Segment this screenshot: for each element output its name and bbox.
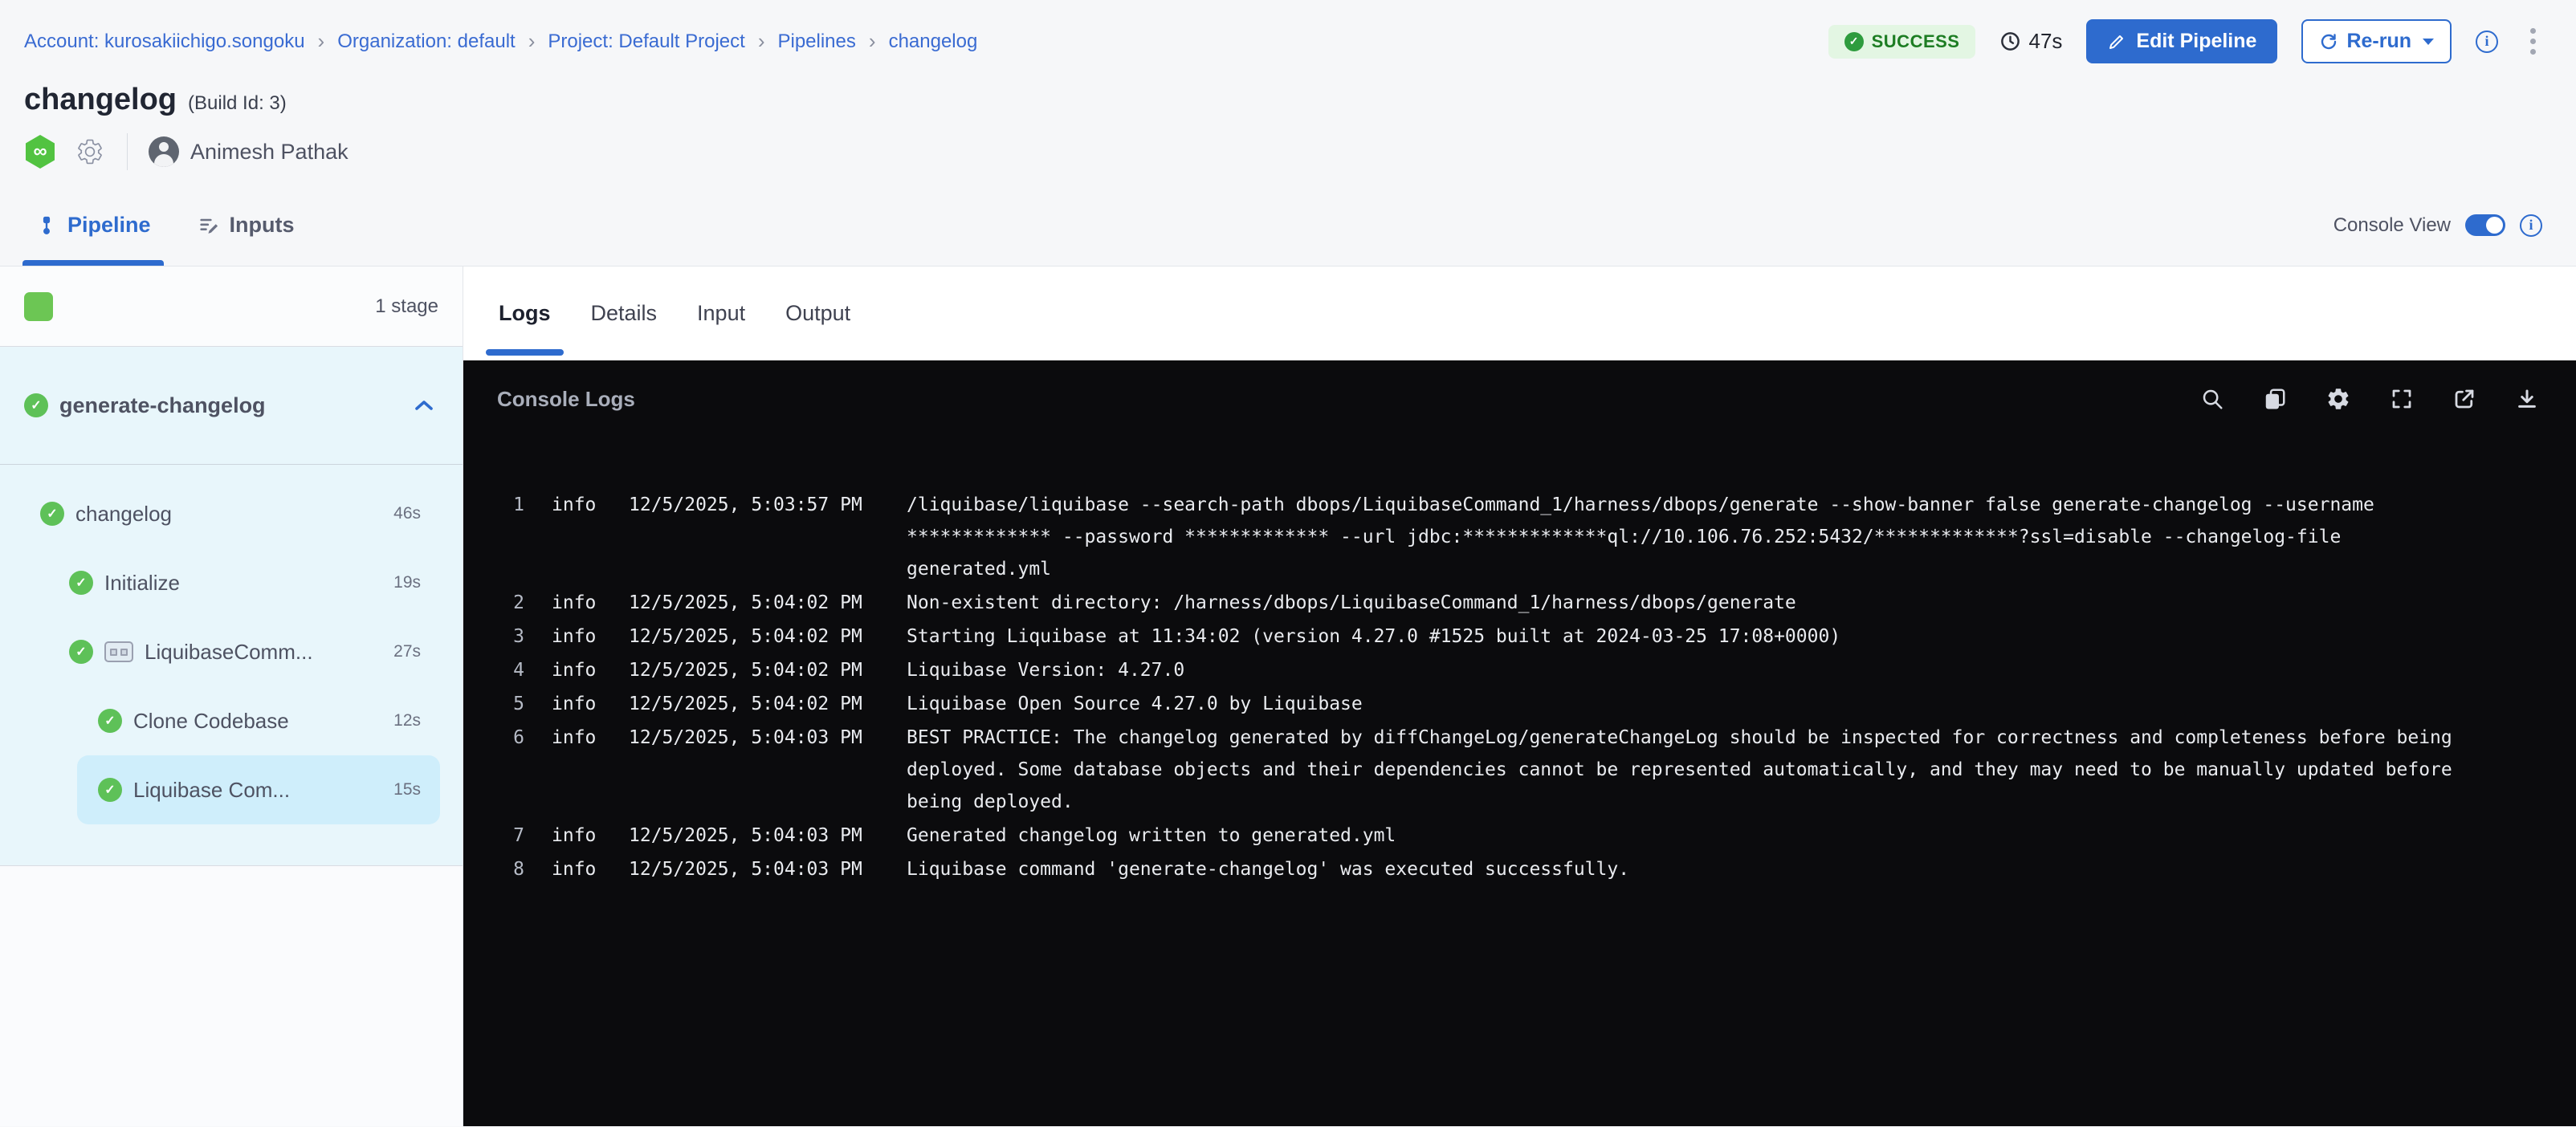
log-line: 8 info 12/5/2025, 5:04:03 PM Liquibase c…	[495, 853, 2528, 885]
chevron-right-icon: ›	[758, 29, 765, 54]
breadcrumb-pipelines[interactable]: Pipelines	[777, 31, 855, 53]
settings-gear-icon[interactable]	[2325, 386, 2351, 412]
step-duration: 27s	[393, 642, 421, 661]
log-line: 6 info 12/5/2025, 5:04:03 PM BEST PRACTI…	[495, 722, 2528, 818]
breadcrumb-account[interactable]: Account: kurosakiichigo.songoku	[24, 31, 305, 53]
chevron-right-icon: ›	[318, 29, 325, 54]
log-line: 2 info 12/5/2025, 5:04:02 PM Non-existen…	[495, 587, 2528, 619]
tree-item-clone-codebase[interactable]: ✓ Clone Codebase 12s	[0, 686, 463, 755]
step-tree: ✓ changelog 46s ✓ Initialize 19s ✓ Liqui…	[0, 464, 463, 865]
success-check-icon: ✓	[24, 393, 48, 417]
download-icon[interactable]	[2515, 387, 2539, 411]
step-duration: 15s	[393, 780, 421, 799]
console-log-output: 1 info 12/5/2025, 5:03:57 PM /liquibase/…	[463, 437, 2576, 887]
breadcrumb: Account: kurosakiichigo.songoku › Organi…	[24, 29, 977, 54]
chevron-right-icon: ›	[528, 29, 536, 54]
log-line: 3 info 12/5/2025, 5:04:02 PM Starting Li…	[495, 620, 2528, 653]
duration-text: 47s	[2028, 29, 2062, 54]
page-header: Account: kurosakiichigo.songoku › Organi…	[0, 0, 2576, 185]
step-detail-tabs: Logs Details Input Output	[463, 266, 2576, 360]
tab-input[interactable]: Input	[695, 266, 747, 360]
success-check-icon: ✓	[69, 571, 93, 595]
breadcrumb-project[interactable]: Project: Default Project	[548, 31, 744, 53]
rerun-button[interactable]: Re-run	[2301, 19, 2452, 63]
console-view-info-icon[interactable]: i	[2520, 214, 2542, 237]
stage-header-generate-changelog[interactable]: ✓ generate-changelog	[0, 347, 463, 464]
chevron-up-icon[interactable]	[414, 399, 434, 412]
stage-status-square-icon	[24, 292, 53, 321]
info-icon[interactable]: i	[2476, 31, 2498, 53]
edit-pipeline-button[interactable]: Edit Pipeline	[2086, 19, 2277, 63]
console-title: Console Logs	[497, 387, 635, 412]
author-name: Animesh Pathak	[190, 140, 348, 165]
pencil-icon	[2107, 32, 2126, 51]
copy-icon[interactable]	[2263, 387, 2287, 411]
stage-count: 1 stage	[375, 295, 438, 318]
open-in-new-icon[interactable]	[2452, 387, 2476, 411]
step-group-icon	[104, 641, 133, 662]
log-line: 4 info 12/5/2025, 5:04:02 PM Liquibase V…	[495, 654, 2528, 686]
avatar	[149, 136, 179, 167]
ci-module-icon: ∞	[24, 135, 56, 169]
status-badge: ✓ SUCCESS	[1828, 25, 1976, 59]
gear-icon[interactable]	[75, 137, 104, 166]
inputs-icon	[198, 214, 220, 237]
log-line: 1 info 12/5/2025, 5:03:57 PM /liquibase/…	[495, 489, 2528, 585]
success-check-icon: ✓	[98, 778, 122, 802]
tab-inputs[interactable]: Inputs	[198, 185, 295, 266]
tab-output[interactable]: Output	[784, 266, 852, 360]
tab-details[interactable]: Details	[589, 266, 659, 360]
execution-sidebar: 1 stage ✓ generate-changelog ✓ changelog…	[0, 266, 463, 1126]
tab-logs[interactable]: Logs	[497, 266, 552, 360]
tree-item-liquibase-command-selected[interactable]: ✓ Liquibase Com... 15s	[77, 755, 440, 824]
breadcrumb-current[interactable]: changelog	[889, 31, 978, 53]
refresh-icon	[2319, 32, 2338, 51]
log-line: 5 info 12/5/2025, 5:04:02 PM Liquibase O…	[495, 688, 2528, 720]
tab-pipeline[interactable]: Pipeline	[35, 185, 151, 266]
success-check-icon: ✓	[69, 640, 93, 664]
step-duration: 19s	[393, 573, 421, 592]
step-duration: 46s	[393, 504, 421, 523]
duration-indicator: 47s	[1999, 29, 2062, 54]
pipeline-icon	[35, 214, 58, 237]
pipeline-tabbar: Pipeline Inputs Console View i	[0, 185, 2576, 266]
build-id: (Build Id: 3)	[188, 92, 287, 115]
sidebar-empty-area	[0, 865, 463, 1126]
console-panel: Console Logs	[463, 360, 2576, 1126]
console-view-label: Console View	[2333, 214, 2451, 237]
fullscreen-icon[interactable]	[2390, 387, 2414, 411]
stage-name: generate-changelog	[59, 393, 266, 418]
success-check-icon: ✓	[98, 709, 122, 733]
tree-item-liquibase-command-group[interactable]: ✓ LiquibaseComm... 27s	[0, 617, 463, 686]
tree-item-initialize[interactable]: ✓ Initialize 19s	[0, 548, 463, 617]
step-duration: 12s	[393, 711, 421, 730]
chevron-right-icon: ›	[869, 29, 876, 54]
search-icon[interactable]	[2200, 387, 2224, 411]
more-options-menu[interactable]	[2522, 25, 2544, 58]
console-view-toggle[interactable]	[2465, 214, 2505, 236]
tree-item-changelog[interactable]: ✓ changelog 46s	[0, 479, 463, 548]
success-check-icon: ✓	[1844, 32, 1864, 51]
divider	[127, 133, 128, 170]
clock-icon	[1999, 31, 2021, 52]
breadcrumb-organization[interactable]: Organization: default	[337, 31, 515, 53]
status-label: SUCCESS	[1872, 31, 1960, 52]
page-title: changelog	[24, 83, 177, 117]
caret-down-icon	[2423, 39, 2434, 45]
log-line: 7 info 12/5/2025, 5:04:03 PM Generated c…	[495, 820, 2528, 852]
success-check-icon: ✓	[40, 502, 64, 526]
